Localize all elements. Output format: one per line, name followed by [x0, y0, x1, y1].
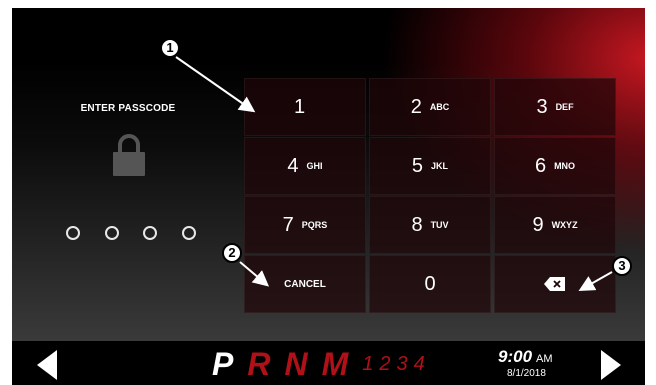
bottom-bar: P R N M 1 2 3 4 9:00 AM 8/1/2018	[12, 341, 645, 385]
backspace-icon	[544, 277, 565, 291]
passcode-dots	[66, 226, 196, 246]
key-0[interactable]: 0	[369, 255, 491, 313]
gear-2[interactable]: 2	[379, 353, 390, 376]
passcode-dot	[143, 226, 158, 240]
key-number: 8	[411, 213, 423, 236]
key-letters: MNO	[554, 161, 576, 171]
key-letters: JKL	[431, 161, 449, 171]
gear-4[interactable]: 4	[414, 353, 425, 376]
key-3[interactable]: 3 DEF	[494, 78, 616, 136]
gear-n[interactable]: N	[284, 346, 307, 383]
key-7[interactable]: 7 PQRS	[244, 196, 366, 254]
key-number: 4	[287, 154, 299, 177]
key-4[interactable]: 4 GHI	[244, 137, 366, 195]
key-6[interactable]: 6 MNO	[494, 137, 616, 195]
key-number: 7	[282, 213, 294, 236]
callout-3: 3	[612, 256, 632, 276]
gear-m[interactable]: M	[322, 346, 349, 383]
key-number: 6	[534, 154, 547, 177]
key-letters: TUV	[430, 220, 449, 230]
gear-3[interactable]: 3	[396, 353, 407, 376]
passcode-dot	[66, 226, 80, 240]
key-letters: ABC	[429, 102, 450, 112]
time-value: 9:00	[498, 347, 533, 366]
key-letters: DEF	[555, 102, 574, 112]
keypad: 1 2 ABC 3 DEF 4 GHI 5 JKL 6 MNO 7 PQRS 8…	[244, 78, 616, 315]
time-ampm: AM	[536, 353, 553, 365]
key-2[interactable]: 2 ABC	[369, 78, 491, 136]
callout-1: 1	[160, 38, 180, 58]
key-number: 9	[532, 213, 544, 236]
gear-r[interactable]: R	[247, 346, 270, 383]
clock-date: 8/1/2018	[507, 368, 546, 379]
cancel-button[interactable]: CANCEL	[244, 255, 366, 313]
key-9[interactable]: 9 WXYZ	[494, 196, 616, 254]
cancel-label: CANCEL	[284, 278, 326, 290]
key-number: 0	[424, 272, 436, 295]
key-number: 5	[411, 154, 424, 177]
gear-p[interactable]: P	[212, 346, 233, 383]
gear-1[interactable]: 1	[362, 353, 373, 376]
clock-time: 9:00 AM	[498, 347, 553, 367]
key-letters: PQRS	[301, 220, 328, 230]
key-number: 3	[536, 95, 548, 118]
gear-selector: P R N M 1 2 3 4	[212, 346, 431, 383]
key-8[interactable]: 8 TUV	[369, 196, 491, 254]
callout-2: 2	[222, 243, 242, 263]
key-number: 1	[294, 95, 306, 118]
lock-icon	[113, 134, 145, 176]
enter-passcode-title: ENTER PASSCODE	[80, 103, 176, 114]
key-1[interactable]: 1	[244, 78, 366, 136]
passcode-dot	[181, 226, 196, 240]
key-letters: GHI	[306, 161, 323, 171]
key-letters: WXYZ	[551, 220, 578, 230]
arrow-left-icon[interactable]	[37, 350, 57, 380]
key-number: 2	[410, 95, 422, 118]
backspace-button[interactable]	[494, 255, 616, 313]
arrow-right-icon[interactable]	[601, 350, 621, 380]
passcode-dot	[104, 226, 119, 240]
passcode-screen: ENTER PASSCODE 1 2 ABC 3 DEF 4 GHI 5 JKL	[12, 8, 645, 341]
key-5[interactable]: 5 JKL	[369, 137, 491, 195]
